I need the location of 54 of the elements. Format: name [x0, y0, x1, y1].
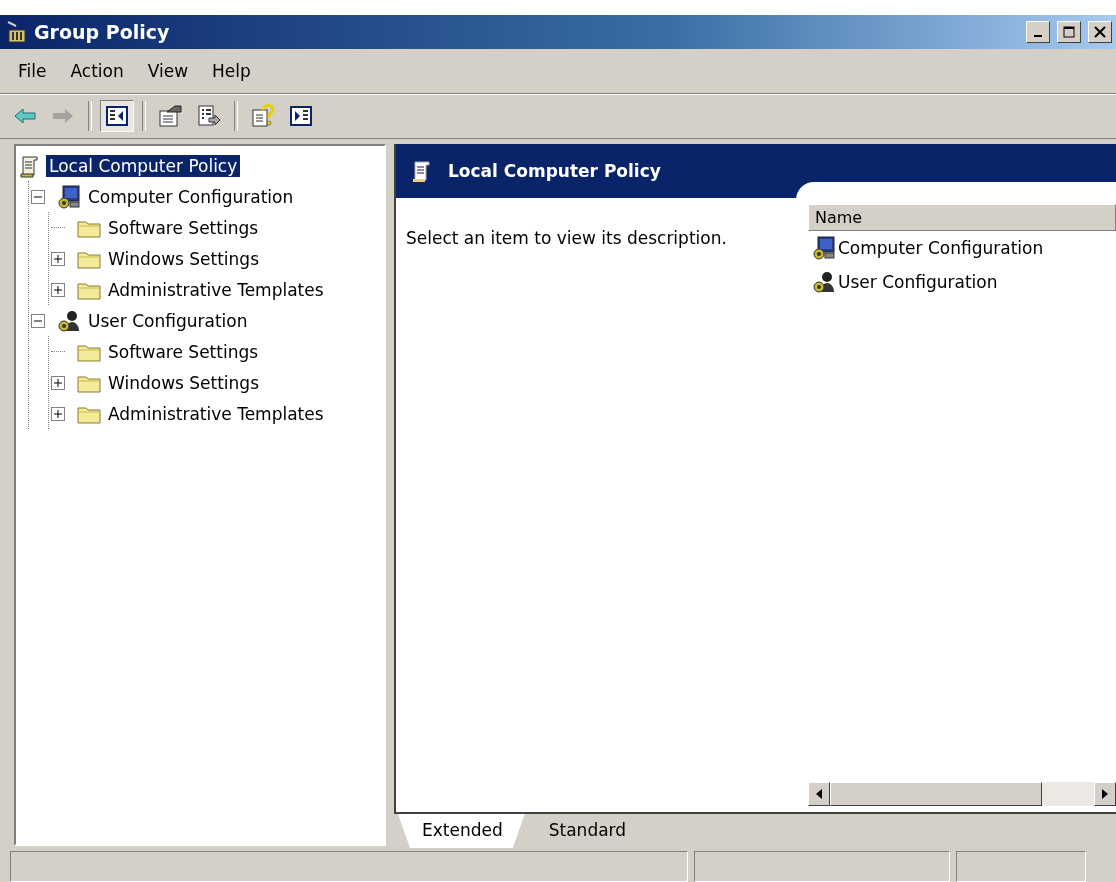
menu-item[interactable]: Help — [200, 59, 263, 83]
user-gear-icon — [812, 270, 836, 294]
tree-item[interactable]: Administrative Templates — [105, 278, 327, 301]
tree-item[interactable]: User Configuration — [85, 309, 251, 332]
maximize-button[interactable] — [1057, 21, 1081, 43]
arrow-left-icon — [816, 789, 822, 799]
tree-item[interactable]: Local Computer Policy — [46, 154, 241, 177]
expand-toggle[interactable] — [31, 313, 45, 328]
show-tree-button[interactable] — [100, 100, 134, 132]
expand-toggle[interactable] — [51, 282, 65, 297]
maximize-icon — [1063, 26, 1075, 38]
panel-icon — [290, 106, 312, 126]
close-icon — [1094, 26, 1106, 38]
computer-gear-icon — [57, 184, 81, 209]
arrow-right-icon — [1102, 789, 1108, 799]
expand-toggle[interactable] — [51, 375, 65, 390]
close-button[interactable] — [1088, 21, 1112, 43]
expand-toggle[interactable] — [51, 251, 65, 266]
menu-item[interactable]: File — [6, 59, 59, 83]
plus-icon — [54, 254, 62, 263]
arrow-left-icon — [14, 108, 36, 124]
plus-icon — [54, 285, 62, 294]
minimize-icon — [1034, 35, 1042, 37]
plus-icon — [54, 378, 62, 387]
tree-item[interactable]: Windows Settings — [105, 371, 263, 394]
horizontal-scrollbar[interactable] — [808, 782, 1116, 806]
list-arrow-icon — [197, 105, 221, 127]
tree-item[interactable]: Computer Configuration — [85, 185, 297, 208]
expand-toggle[interactable] — [31, 189, 45, 204]
expand-toggle[interactable] — [51, 406, 65, 421]
tree-item[interactable]: Software Settings — [105, 340, 262, 363]
list-item[interactable]: Computer Configuration — [838, 238, 1044, 258]
list-item[interactable]: User Configuration — [838, 272, 998, 292]
user-gear-icon — [57, 308, 81, 333]
pane-title: Local Computer Policy — [448, 161, 661, 181]
panel-icon — [106, 106, 128, 126]
plus-icon — [54, 409, 62, 418]
tree-item[interactable]: Windows Settings — [105, 247, 263, 270]
menu-item[interactable]: View — [135, 59, 201, 83]
scrollbar-thumb[interactable] — [830, 782, 1042, 806]
menu-item[interactable]: Action — [58, 59, 136, 83]
help-icon — [251, 104, 275, 128]
scroll-left-button[interactable] — [808, 782, 830, 806]
tab[interactable]: Extended — [398, 814, 525, 848]
window-title: Group Policy — [34, 21, 171, 43]
computer-gear-icon — [812, 236, 836, 260]
arrow-right-icon — [52, 108, 74, 124]
minimize-button[interactable] — [1026, 21, 1050, 43]
column-header[interactable]: Name — [808, 204, 1116, 231]
tree-item[interactable]: Software Settings — [105, 216, 262, 239]
scroll-right-button[interactable] — [1094, 782, 1116, 806]
document-hand-icon — [159, 105, 183, 127]
tree-item[interactable]: Administrative Templates — [105, 402, 327, 425]
app-icon — [6, 20, 28, 44]
